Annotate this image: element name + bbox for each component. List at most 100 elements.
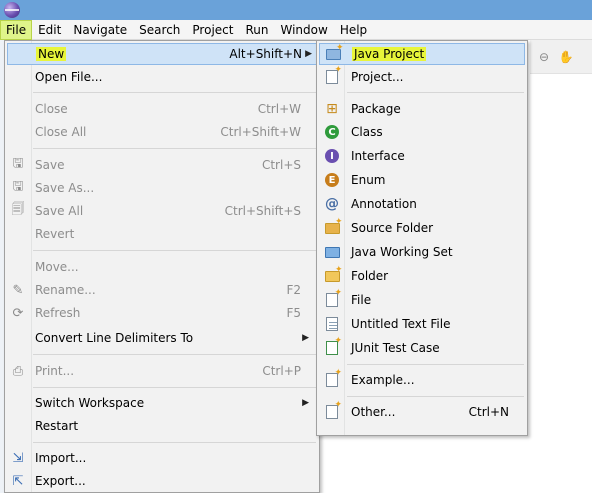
toolbar-circle-icon[interactable]: ⊖	[536, 49, 552, 65]
menu-run[interactable]: Run	[239, 20, 274, 40]
menu-search[interactable]: Search	[133, 20, 186, 40]
main-toolbar: ⊖ ✋	[530, 40, 592, 74]
menu-window[interactable]: Window	[274, 20, 333, 40]
new-item-package[interactable]: ⊞ Package	[319, 98, 525, 120]
menu-item-label: Package	[351, 102, 401, 116]
menu-separator	[33, 442, 316, 443]
save-as-icon: 🖫	[12, 179, 24, 194]
new-item-interface[interactable]: I Interface	[319, 145, 525, 167]
file-menu-item-move[interactable]: Move...	[7, 256, 317, 278]
save-icon: 🖫	[12, 156, 24, 171]
menu-item-label: Convert Line Delimiters To	[35, 331, 194, 345]
file-menu-item-save-all[interactable]: 🗐 Save All Ctrl+Shift+S	[7, 200, 317, 222]
menu-separator	[33, 148, 316, 149]
menu-item-shortcut: Ctrl+W	[257, 102, 301, 116]
menu-item-label: Close All	[35, 125, 87, 139]
class-icon: C	[322, 122, 342, 142]
other-icon	[322, 400, 342, 422]
file-menu-item-save[interactable]: 🖫 Save Ctrl+S	[7, 154, 317, 176]
menu-item-label: Refresh	[35, 306, 81, 320]
file-menu-item-refresh[interactable]: ⟳ Refresh F5	[7, 302, 317, 324]
menu-file[interactable]: File	[0, 19, 33, 40]
menu-item-label: Rename...	[35, 283, 96, 297]
menu-separator	[347, 364, 524, 365]
text-file-icon	[322, 314, 342, 334]
file-menu-item-import[interactable]: ⇲ Import...	[7, 447, 317, 469]
new-item-source-folder[interactable]: Source Folder	[319, 217, 525, 239]
menu-item-label: Interface	[351, 149, 405, 163]
menu-item-label: Save As...	[35, 181, 95, 195]
source-folder-icon	[322, 217, 343, 238]
menu-item-label: Import...	[35, 451, 87, 465]
menu-item-label: Other...	[351, 405, 396, 419]
menu-item-label: Annotation	[351, 197, 417, 211]
menu-item-label: Save All	[35, 204, 84, 218]
new-item-other[interactable]: Other... Ctrl+N	[319, 400, 525, 423]
menu-item-label: Switch Workspace	[35, 396, 145, 410]
menu-item-label: Close	[35, 102, 68, 116]
new-item-example[interactable]: Example...	[319, 368, 525, 391]
menu-edit[interactable]: Edit	[32, 20, 67, 40]
file-icon	[322, 288, 342, 310]
toolbar-hand-icon[interactable]: ✋	[558, 49, 574, 65]
menu-item-label: Project...	[351, 70, 404, 84]
menu-item-shortcut: Ctrl+N	[468, 405, 509, 419]
folder-icon	[322, 265, 343, 286]
junit-icon	[322, 336, 342, 358]
print-icon: ⎙	[12, 363, 24, 379]
eclipse-logo-icon	[4, 2, 20, 18]
menu-separator	[33, 387, 316, 388]
submenu-arrow-icon: ▶	[302, 333, 309, 343]
rename-icon: ✎	[12, 282, 24, 298]
new-item-class[interactable]: C Class	[319, 121, 525, 143]
menu-navigate[interactable]: Navigate	[67, 20, 133, 40]
menu-item-label: Export...	[35, 474, 86, 488]
file-menu-item-save-as[interactable]: 🖫 Save As...	[7, 177, 317, 199]
file-menu-item-rename[interactable]: ✎ Rename... F2	[7, 279, 317, 301]
menu-item-label: Source Folder	[351, 221, 434, 235]
file-menu-item-revert[interactable]: Revert	[7, 223, 317, 245]
new-submenu: Java Project Project... ⊞ Package C Clas…	[316, 40, 528, 436]
new-item-enum[interactable]: E Enum	[319, 169, 525, 191]
menu-separator	[33, 92, 316, 93]
file-menu-item-new[interactable]: New Alt+Shift+N ▶	[7, 43, 317, 65]
menu-item-label: Open File...	[35, 70, 103, 84]
new-item-annotation[interactable]: @ Annotation	[319, 193, 525, 215]
file-menu-item-close-all[interactable]: Close All Ctrl+Shift+W	[7, 121, 317, 143]
menu-item-label: Java Working Set	[351, 245, 453, 259]
new-item-untitled-text-file[interactable]: Untitled Text File	[319, 313, 525, 335]
working-set-icon	[322, 242, 342, 262]
menu-help[interactable]: Help	[334, 20, 373, 40]
file-menu-item-print[interactable]: ⎙ Print... Ctrl+P	[7, 360, 317, 382]
new-item-folder[interactable]: Folder	[319, 265, 525, 287]
menu-bar: File Edit Navigate Search Project Run Wi…	[0, 19, 592, 40]
new-item-junit-test-case[interactable]: JUnit Test Case	[319, 336, 525, 359]
enum-icon: E	[322, 170, 342, 190]
new-item-file[interactable]: File	[319, 288, 525, 311]
new-item-java-project[interactable]: Java Project	[319, 43, 525, 65]
project-icon	[322, 65, 342, 87]
menu-item-label: New	[36, 47, 67, 61]
new-item-java-working-set[interactable]: Java Working Set	[319, 241, 525, 263]
file-menu-item-export[interactable]: ⇱ Export...	[7, 470, 317, 492]
file-menu-item-switch-workspace[interactable]: Switch Workspace ▶	[7, 392, 317, 414]
menu-item-shortcut: F2	[286, 283, 301, 297]
eclipse-window: File Edit Navigate Search Project Run Wi…	[0, 0, 592, 493]
java-project-icon	[323, 43, 344, 64]
menu-item-label: Java Project	[352, 47, 427, 61]
menu-item-shortcut: Ctrl+P	[262, 364, 301, 378]
menu-item-shortcut: F5	[286, 306, 301, 320]
refresh-icon: ⟳	[12, 305, 24, 321]
menu-project[interactable]: Project	[186, 20, 239, 40]
file-menu-item-close[interactable]: Close Ctrl+W	[7, 98, 317, 120]
file-menu-item-open-file[interactable]: Open File...	[7, 66, 317, 88]
file-menu: New Alt+Shift+N ▶ Open File... Close Ctr…	[4, 40, 320, 493]
menu-item-label: Revert	[35, 227, 75, 241]
menu-separator	[347, 92, 524, 93]
menu-separator	[33, 354, 316, 355]
menu-item-label: Untitled Text File	[351, 317, 451, 331]
new-item-project[interactable]: Project...	[319, 65, 525, 88]
file-menu-item-restart[interactable]: Restart	[7, 415, 317, 437]
menu-item-shortcut: Ctrl+Shift+W	[220, 125, 301, 139]
file-menu-item-convert-line-delimiters[interactable]: Convert Line Delimiters To ▶	[7, 327, 317, 349]
